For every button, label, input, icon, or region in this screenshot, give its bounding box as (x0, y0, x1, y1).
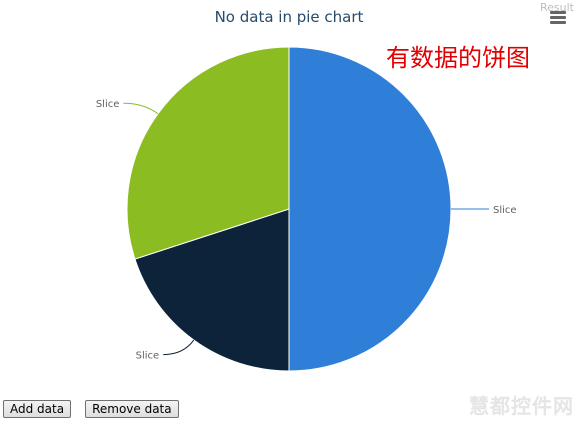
slice-label: Slice (493, 205, 517, 216)
menu-bar-icon (550, 16, 566, 19)
annotation-text: 有数据的饼图 (386, 44, 530, 72)
slice-connector-line (123, 102, 159, 115)
slice-label: Slice (96, 99, 120, 110)
menu-bar-icon (550, 11, 566, 14)
chart-title: No data in pie chart (215, 8, 364, 26)
controls: Add data Remove data (3, 400, 179, 418)
remove-data-button[interactable]: Remove data (85, 400, 179, 418)
chart-menu-button[interactable] (547, 9, 569, 29)
add-data-button[interactable]: Add data (3, 400, 72, 418)
slices-group (126, 46, 452, 372)
slice-connector-line (163, 339, 195, 356)
slice-label: Slice (136, 351, 160, 362)
watermark: 慧都控件网 (469, 394, 574, 418)
menu-bar-icon (550, 21, 566, 24)
pie-slice[interactable] (288, 46, 452, 372)
